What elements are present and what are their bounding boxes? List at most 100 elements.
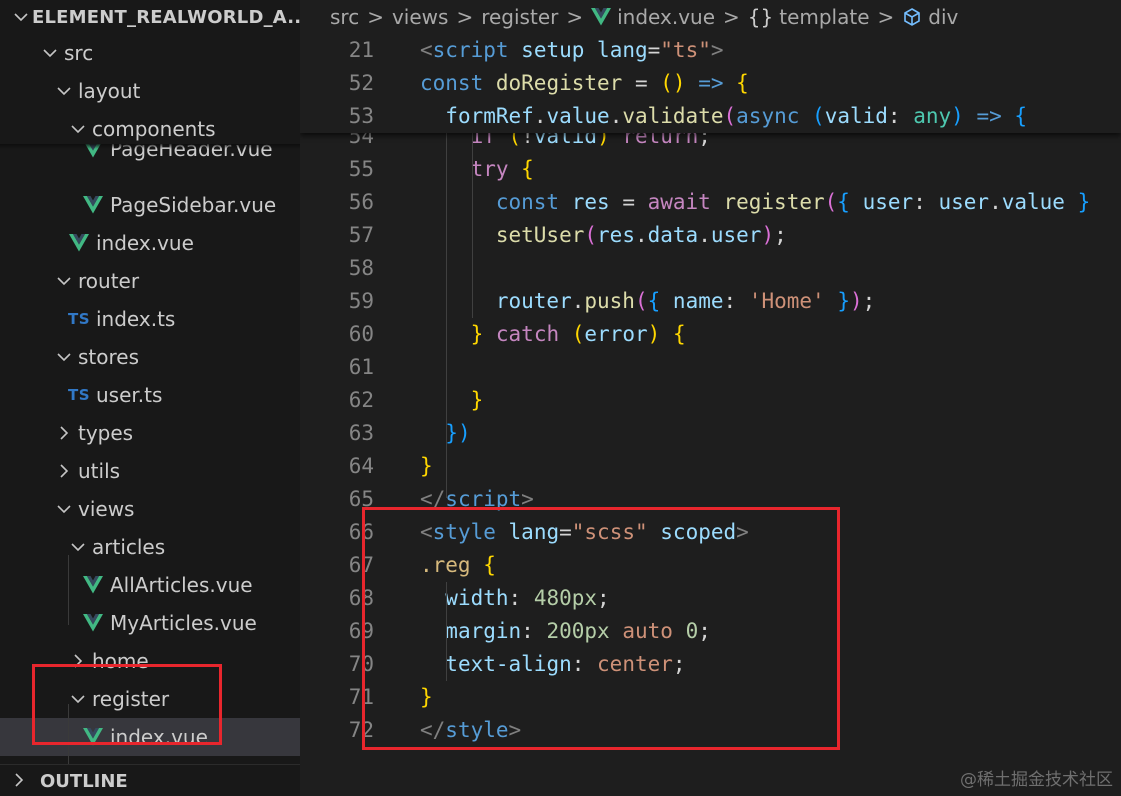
code-token: }	[420, 454, 433, 478]
line-number: 55	[348, 157, 374, 181]
code-token: auto	[622, 619, 673, 643]
tree-item-register[interactable]: register	[0, 680, 300, 718]
code-line[interactable]: 57 setUser(res.data.user);	[300, 219, 1121, 252]
tree-item-label: utils	[78, 459, 121, 483]
breadcrumb-item-file[interactable]: index.vue	[617, 5, 715, 29]
tree-item-index-vue[interactable]: index.vue	[0, 718, 300, 756]
code-line[interactable]: 68 width: 480px;	[300, 582, 1121, 615]
code-token: catch	[495, 322, 560, 346]
code-token: :	[571, 652, 598, 676]
code-token: res	[571, 190, 610, 214]
code-line[interactable]: 53 formRef.value.validate(async (valid: …	[300, 100, 1121, 133]
tree-item-stores[interactable]: stores	[0, 338, 300, 376]
braces-icon: {}	[747, 5, 774, 29]
code-line[interactable]: 69 margin: 200px auto 0;	[300, 615, 1121, 648]
code-line[interactable]: 60 } catch (error) {	[300, 318, 1121, 351]
tree-item-index-ts[interactable]: TS index.ts	[0, 300, 300, 338]
vue-file-icon	[80, 614, 106, 632]
breadcrumb-item-views[interactable]: views	[392, 5, 448, 29]
code-token: </	[420, 718, 446, 742]
explorer-sidebar: ELEMENT_REALWORLD_A... src layout componen…	[0, 0, 300, 796]
tree-item-src[interactable]: src	[0, 34, 300, 72]
code-token: {	[521, 157, 534, 181]
code-line[interactable]: 67 .reg {	[300, 549, 1121, 582]
code-token: data	[647, 223, 699, 247]
code-editor[interactable]: 21 <script setup lang="ts"> 52 const doRegi…	[300, 34, 1121, 796]
tree-item-pagesidebar-vue[interactable]: PageSidebar.vue	[0, 186, 300, 224]
tree-item-home[interactable]: home	[0, 642, 300, 680]
code-token: style	[432, 520, 496, 544]
line-number: 52	[348, 71, 374, 95]
tree-item-components[interactable]: components	[0, 110, 300, 148]
breadcrumb-item-div[interactable]: div	[928, 5, 958, 29]
tree-item-utils[interactable]: utils	[0, 452, 300, 490]
tree-item-user-ts[interactable]: TS user.ts	[0, 376, 300, 414]
code-token: const	[495, 190, 560, 214]
code-text: } catch (error) {	[420, 318, 686, 351]
code-line[interactable]: 59 router.push({ name: 'Home' });	[300, 285, 1121, 318]
code-line[interactable]: 72 </style>	[300, 714, 1121, 747]
code-token: <	[420, 38, 433, 62]
code-token: (	[584, 223, 598, 247]
code-line[interactable]: 55 try {	[300, 153, 1121, 186]
code-token: width	[445, 586, 509, 610]
tree-item-index-vue[interactable]: index.vue	[0, 224, 300, 262]
line-number: 57	[348, 223, 374, 247]
code-line[interactable]: 63 })	[300, 417, 1121, 450]
code-line[interactable]: 58	[300, 252, 1121, 285]
breadcrumb-item-src[interactable]: src	[330, 5, 359, 29]
tree-item-router[interactable]: router	[0, 262, 300, 300]
line-number: 53	[348, 104, 374, 128]
code-line[interactable]: 64}	[300, 450, 1121, 483]
code-line[interactable]: 66 <style lang="scss" scoped>	[300, 516, 1121, 549]
code-line[interactable]: 65 </script>	[300, 483, 1121, 516]
tree-item-layout[interactable]: layout	[0, 72, 300, 110]
code-token: ()	[660, 71, 686, 95]
code-line[interactable]: 61	[300, 351, 1121, 384]
outline-label: OUTLINE	[40, 770, 128, 792]
code-line[interactable]: 62 }	[300, 384, 1121, 417]
code-token: ;	[698, 619, 711, 643]
code-text: }	[420, 681, 433, 714]
tree-item-myarticles-vue[interactable]: MyArticles.vue	[0, 604, 300, 642]
cube-icon	[902, 7, 922, 27]
outline-section-header[interactable]: OUTLINE	[0, 764, 300, 796]
code-token: =	[559, 520, 572, 544]
code-line[interactable]: 70 text-align: center;	[300, 648, 1121, 681]
breadcrumb-item-template[interactable]: template	[779, 5, 869, 29]
code-line[interactable]: 52 const doRegister = () => {	[300, 67, 1121, 100]
code-line[interactable]: 21 <script setup lang="ts">	[300, 34, 1121, 67]
code-token: )	[761, 223, 775, 247]
chevron-down-icon	[54, 352, 74, 362]
tree-item-articles[interactable]: articles	[0, 528, 300, 566]
tree-item-allarticles-vue[interactable]: AllArticles.vue	[0, 566, 300, 604]
chevron-right-icon: >	[877, 5, 895, 29]
code-token: res	[597, 223, 635, 247]
tree-item-types[interactable]: types	[0, 414, 300, 452]
line-number: 67	[348, 553, 374, 577]
line-number: 66	[348, 520, 374, 544]
code-line[interactable]: 56 const res = await register({ user: us…	[300, 186, 1121, 219]
code-token: script	[432, 38, 509, 62]
tree-item-views[interactable]: views	[0, 490, 300, 528]
line-number: 68	[348, 586, 374, 610]
breadcrumb-item-register[interactable]: register	[481, 5, 558, 29]
code-token: validate	[622, 104, 724, 128]
explorer-root-folder[interactable]: ELEMENT_REALWORLD_A...	[0, 0, 300, 34]
code-token: {	[736, 71, 749, 95]
code-line[interactable]: 71}	[300, 681, 1121, 714]
code-token: router	[495, 289, 572, 313]
line-number: 64	[348, 454, 374, 478]
line-number: 65	[348, 487, 374, 511]
